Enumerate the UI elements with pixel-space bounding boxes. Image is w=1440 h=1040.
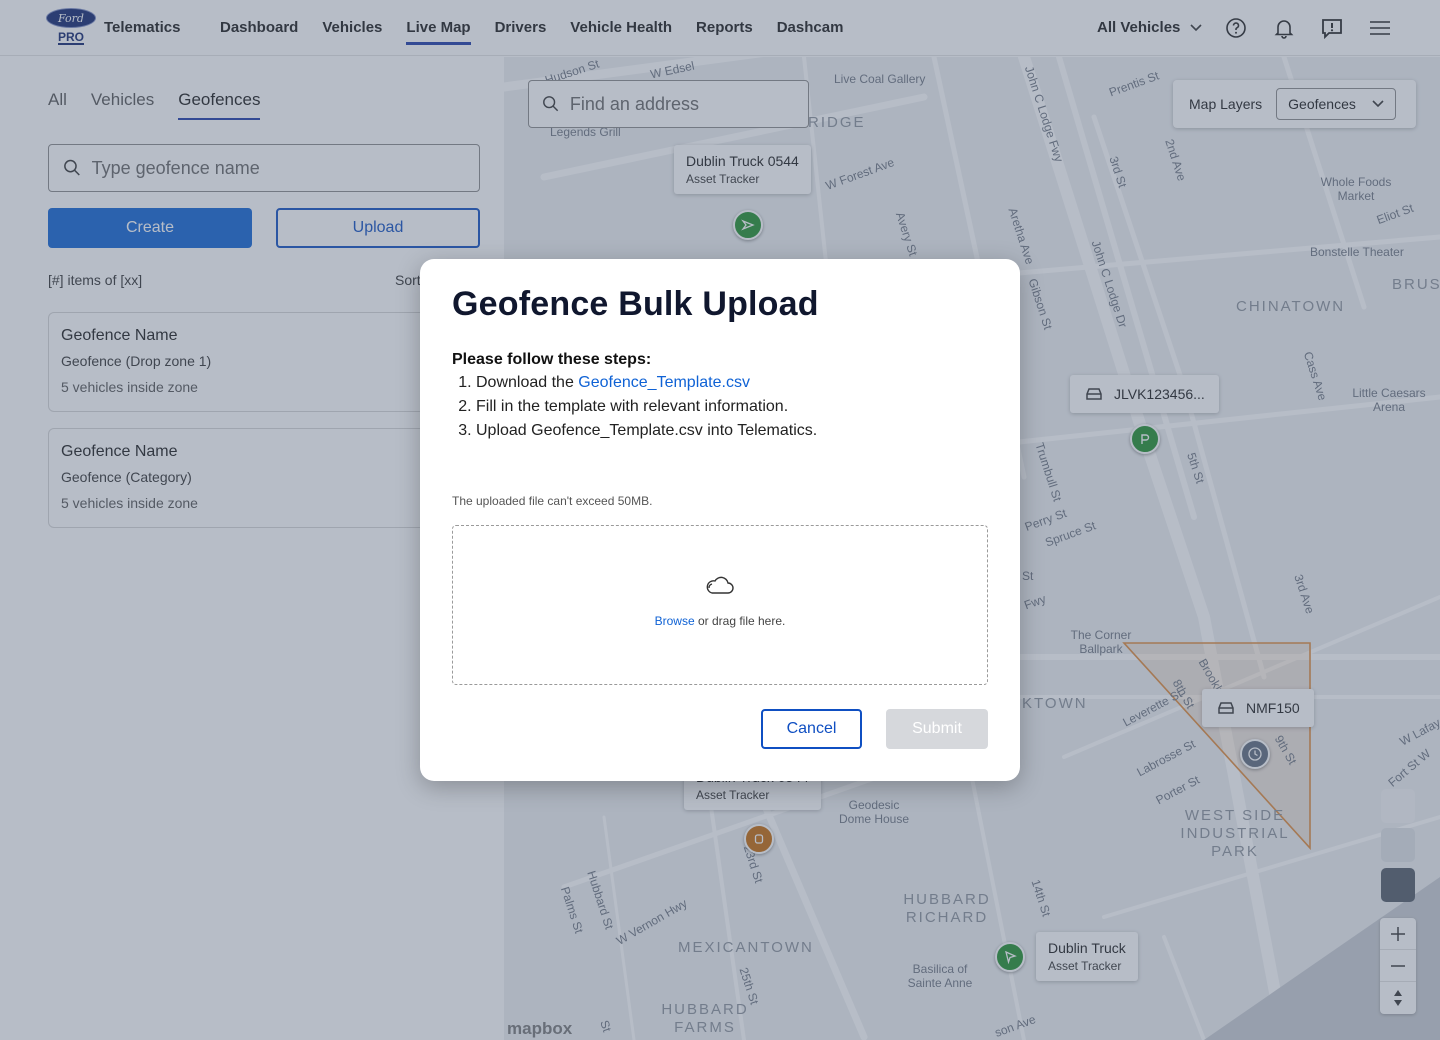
step-item: Download the Geofence_Template.csv (476, 371, 817, 395)
browse-link[interactable]: Browse (655, 614, 695, 628)
modal-title: Geofence Bulk Upload (452, 285, 819, 323)
step-item: Fill in the template with relevant infor… (476, 395, 817, 419)
file-size-note: The uploaded file can't exceed 50MB. (452, 494, 653, 508)
cloud-upload-icon (706, 576, 734, 594)
bulk-upload-modal: Geofence Bulk Upload Please follow these… (420, 259, 1020, 781)
template-download-link[interactable]: Geofence_Template.csv (578, 374, 750, 391)
drag-hint: or drag file here. (694, 614, 786, 628)
step-item: Upload Geofence_Template.csv into Telema… (476, 419, 817, 443)
steps-list: Download the Geofence_Template.csv Fill … (476, 371, 817, 443)
step-text: Download the (476, 374, 579, 391)
file-dropzone[interactable]: Browse or drag file here. (452, 525, 988, 685)
submit-button[interactable]: Submit (886, 709, 988, 749)
steps-heading: Please follow these steps: (452, 351, 652, 368)
cancel-button[interactable]: Cancel (761, 709, 862, 749)
dropzone-text: Browse or drag file here. (453, 614, 987, 628)
